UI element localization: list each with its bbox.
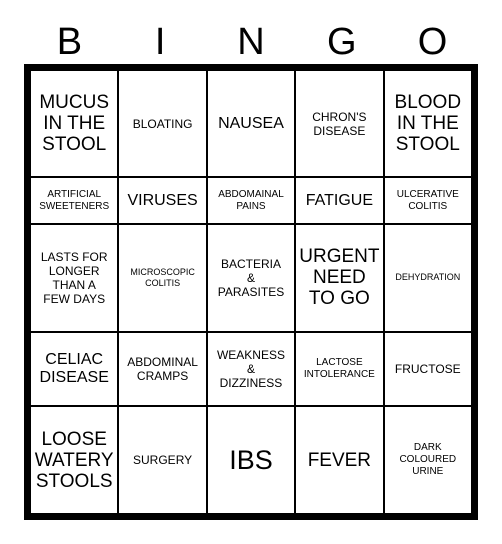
bingo-cell-label: ABDOMINAL CRAMPS: [127, 355, 198, 384]
bingo-cell-n2[interactable]: ABDOMAINAL PAINS: [205, 176, 297, 226]
bingo-cell-i5[interactable]: SURGERY: [117, 405, 208, 515]
header-letter-n: N: [237, 21, 265, 63]
bingo-cell-g3[interactable]: URGENT NEED TO GO: [294, 223, 385, 333]
bingo-cell-n3[interactable]: BACTERIA & PARASITES: [205, 223, 297, 333]
bingo-cell-label: LACTOSE INTOLERANCE: [303, 357, 375, 381]
bingo-row: CELIAC DISEASE ABDOMINAL CRAMPS WEAKNESS…: [28, 330, 474, 408]
bingo-cell-label: ARTIFICIAL SWEETENERS: [39, 188, 110, 212]
bingo-cell-n5[interactable]: IBS: [205, 405, 297, 515]
bingo-cell-i4[interactable]: ABDOMINAL CRAMPS: [117, 330, 208, 408]
bingo-row: LASTS FOR LONGER THAN A FEW DAYS MICROSC…: [28, 223, 474, 333]
bingo-cell-label: DARK COLOURED URINE: [399, 442, 457, 478]
bingo-cell-label: DEHYDRATION: [395, 272, 461, 283]
bingo-cell-label: ULCERATIVE COLITIS: [396, 188, 459, 212]
bingo-row: MUCUS IN THE STOOL BLOATING NAUSEA CHRON…: [28, 68, 474, 179]
bingo-cell-label: FRUCTOSE: [394, 362, 461, 377]
bingo-cell-label: BLOOD IN THE STOOL: [394, 92, 462, 156]
bingo-cell-label: LOOSE WATERY STOOLS: [34, 428, 114, 492]
bingo-cell-o4[interactable]: FRUCTOSE: [382, 330, 474, 408]
bingo-cell-o5[interactable]: DARK COLOURED URINE: [382, 405, 474, 515]
bingo-cell-label: BLOATING: [132, 116, 193, 131]
bingo-row: ARTIFICIAL SWEETENERS VIRUSES ABDOMAINAL…: [28, 176, 474, 226]
bingo-cell-label: FEVER: [307, 449, 372, 471]
bingo-cell-b4[interactable]: CELIAC DISEASE: [28, 330, 120, 408]
bingo-cell-n1[interactable]: NAUSEA: [205, 68, 297, 179]
header-letter-o: O: [417, 21, 448, 63]
bingo-cell-label: ABDOMAINAL PAINS: [218, 188, 284, 212]
bingo-cell-o2[interactable]: ULCERATIVE COLITIS: [382, 176, 474, 226]
header-letter-b: B: [56, 21, 83, 63]
bingo-cell-i1[interactable]: BLOATING: [117, 68, 208, 179]
bingo-cell-b2[interactable]: ARTIFICIAL SWEETENERS: [28, 176, 120, 226]
bingo-cell-label: BACTERIA & PARASITES: [217, 256, 285, 299]
bingo-cell-label: MUCUS IN THE STOOL: [39, 92, 110, 156]
header-letter-g: G: [327, 21, 357, 63]
bingo-cell-label: CHRON'S DISEASE: [312, 109, 367, 138]
bingo-cell-label: URGENT NEED TO GO: [299, 246, 380, 310]
bingo-cell-label: IBS: [229, 444, 273, 475]
bingo-cell-b5[interactable]: LOOSE WATERY STOOLS: [28, 405, 120, 515]
bingo-cell-g5[interactable]: FEVER: [294, 405, 385, 515]
bingo-cell-b3[interactable]: LASTS FOR LONGER THAN A FEW DAYS: [28, 223, 120, 333]
bingo-cell-label: VIRUSES: [127, 191, 198, 209]
bingo-cell-label: SURGERY: [133, 453, 193, 468]
bingo-cell-i3[interactable]: MICROSCOPIC COLITIS: [117, 223, 208, 333]
bingo-cell-o1[interactable]: BLOOD IN THE STOOL: [382, 68, 474, 179]
bingo-cell-label: WEAKNESS & DIZZINESS: [216, 348, 285, 391]
bingo-cell-b1[interactable]: MUCUS IN THE STOOL: [28, 68, 120, 179]
bingo-cell-label: LASTS FOR LONGER THAN A FEW DAYS: [40, 249, 108, 306]
bingo-cell-g1[interactable]: CHRON'S DISEASE: [294, 68, 385, 179]
bingo-cell-g4[interactable]: LACTOSE INTOLERANCE: [294, 330, 385, 408]
bingo-cell-label: FATIGUE: [305, 191, 373, 209]
bingo-header-row: B I N G O: [24, 14, 478, 62]
bingo-cell-n4[interactable]: WEAKNESS & DIZZINESS: [205, 330, 297, 408]
bingo-grid: MUCUS IN THE STOOL BLOATING NAUSEA CHRON…: [28, 68, 474, 515]
bingo-row: LOOSE WATERY STOOLS SURGERY IBS FEVER DA…: [28, 405, 474, 515]
bingo-card: B I N G O MUCUS IN THE STOOL BLOATING NA…: [0, 0, 502, 544]
bingo-cell-i2[interactable]: VIRUSES: [117, 176, 208, 226]
bingo-grid-frame: MUCUS IN THE STOOL BLOATING NAUSEA CHRON…: [24, 64, 478, 520]
bingo-cell-label: MICROSCOPIC COLITIS: [130, 266, 195, 288]
bingo-cell-o3[interactable]: DEHYDRATION: [382, 223, 474, 333]
bingo-cell-label: CELIAC DISEASE: [39, 351, 109, 387]
bingo-cell-label: NAUSEA: [218, 114, 284, 132]
header-letter-i: I: [154, 21, 166, 63]
bingo-cell-g2[interactable]: FATIGUE: [294, 176, 385, 226]
